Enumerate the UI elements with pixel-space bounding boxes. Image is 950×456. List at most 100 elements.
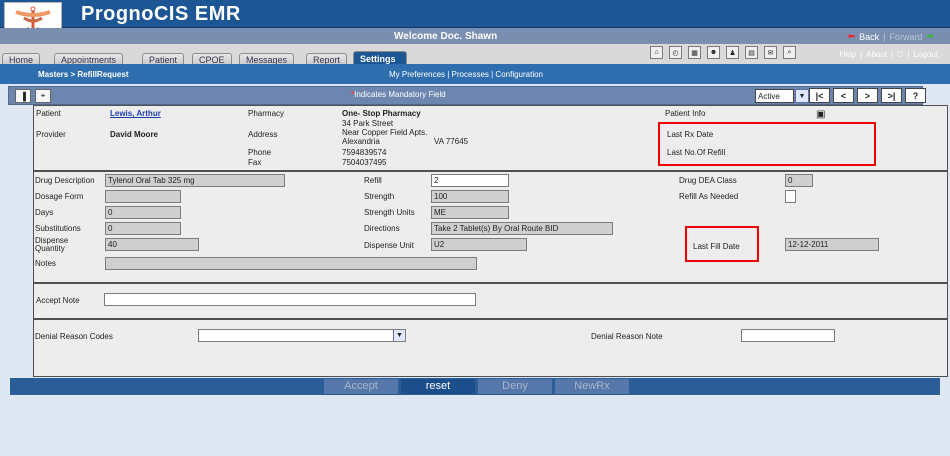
- mandatory-text: Indicates Mandatory Field: [354, 90, 446, 99]
- back-arrow-icon[interactable]: ⬅: [848, 31, 856, 42]
- refill-label: Refill: [364, 176, 382, 185]
- denial-reason-note-field[interactable]: [741, 329, 835, 342]
- history-nav: ⬅ Back | Forward ➡: [847, 31, 934, 42]
- substitutions-label: Substitutions: [35, 224, 81, 233]
- strength-field[interactable]: 100: [431, 190, 509, 203]
- directions-field[interactable]: Take 2 Tablet(s) By Oral Route BID: [431, 222, 613, 235]
- first-record-button[interactable]: |<: [809, 88, 830, 103]
- patient-info-icon[interactable]: ▣: [816, 109, 825, 120]
- denial-panel: Denial Reason Codes ▼ Denial Reason Note: [33, 319, 948, 377]
- find-button[interactable]: ⌖: [35, 89, 51, 103]
- next-record-button[interactable]: >: [857, 88, 878, 103]
- chevron-down-icon[interactable]: ▼: [393, 330, 405, 341]
- settings-submenu[interactable]: My Preferences | Processes | Configurati…: [389, 70, 543, 79]
- last-refill-label: Last No.Of Refill: [667, 148, 726, 157]
- strength-units-label: Strength Units: [364, 208, 415, 217]
- last-rx-highlight: [658, 122, 876, 166]
- dispense-unit-field[interactable]: U2: [431, 238, 527, 251]
- phone-label: Phone: [248, 148, 272, 157]
- last-record-button[interactable]: >|: [881, 88, 902, 103]
- days-label: Days: [35, 208, 54, 217]
- logout-icon[interactable]: ⎋: [897, 50, 903, 60]
- address-line-1: 34 Park Street: [342, 119, 394, 128]
- mail-icon[interactable]: ✉: [764, 46, 777, 59]
- new-record-button[interactable]: ▐: [15, 89, 31, 103]
- directions-label: Directions: [364, 224, 400, 233]
- chevron-down-icon[interactable]: ▼: [795, 89, 809, 103]
- logout-link[interactable]: Logout: [914, 50, 938, 60]
- denial-reason-note-label: Denial Reason Note: [591, 332, 663, 341]
- toolbar-icons: ⌂ ◴ ▦ ☻ ♟ ▤ ✉ ⌕: [650, 46, 796, 59]
- back-link[interactable]: Back: [859, 32, 879, 42]
- quantity-label: Quantity: [35, 244, 65, 253]
- drug-description-field[interactable]: Tylenol Oral Tab 325 mg: [105, 174, 285, 187]
- refill-as-needed-checkbox[interactable]: [785, 190, 796, 203]
- fax-value: 7504037495: [342, 158, 387, 167]
- patient-panel: Patient Lewis, Arthur Provider David Moo…: [33, 105, 948, 171]
- home-icon[interactable]: ⌂: [650, 46, 663, 59]
- last-fill-date-field[interactable]: 12-12-2011: [785, 238, 879, 251]
- dispense-quantity-field[interactable]: 40: [105, 238, 199, 251]
- mandatory-note: *Indicates Mandatory Field: [351, 90, 446, 99]
- users-icon[interactable]: ☻: [707, 46, 720, 59]
- drug-dea-class-label: Drug DEA Class: [679, 176, 737, 185]
- drug-panel: Drug Description Tylenol Oral Tab 325 mg…: [33, 171, 948, 283]
- notes-field[interactable]: [105, 257, 477, 270]
- days-field[interactable]: 0: [105, 206, 181, 219]
- notes-label: Notes: [35, 259, 56, 268]
- newrx-button[interactable]: NewRx: [555, 379, 629, 394]
- status-value: Active: [758, 91, 780, 101]
- provider-label: Provider: [36, 130, 66, 139]
- help-button[interactable]: ?: [905, 88, 926, 103]
- accept-button[interactable]: Accept: [324, 379, 398, 394]
- pharmacy-label: Pharmacy: [248, 109, 285, 118]
- dosage-form-label: Dosage Form: [35, 192, 84, 201]
- about-link[interactable]: About: [866, 50, 887, 60]
- status-select[interactable]: Active ▼: [755, 89, 809, 103]
- drug-dea-class-field[interactable]: 0: [785, 174, 813, 187]
- calendar-icon[interactable]: ▤: [745, 46, 758, 59]
- person-icon[interactable]: ♟: [726, 46, 739, 59]
- accept-note-field[interactable]: [104, 293, 476, 306]
- search-icon[interactable]: ⌕: [783, 46, 796, 59]
- refill-field[interactable]: 2: [431, 174, 509, 187]
- welcome-bar: Welcome Doc. Shawn ⬅ Back | Forward ➡: [0, 28, 950, 44]
- address-state-zip: VA 77645: [434, 137, 469, 146]
- drug-description-label: Drug Description: [35, 176, 95, 185]
- help-link[interactable]: Help: [840, 50, 856, 60]
- provider-value: David Moore: [110, 130, 159, 139]
- top-links: Help | About | ⎋ | Logout: [839, 50, 938, 60]
- strength-label: Strength: [364, 192, 395, 201]
- denial-reason-codes-select[interactable]: ▼: [198, 329, 406, 342]
- address-line-2: Near Copper Field Apts.: [342, 128, 428, 137]
- app-title: PrognoCIS EMR: [81, 3, 241, 25]
- strength-units-field[interactable]: ME: [431, 206, 509, 219]
- last-rx-label: Last Rx Date: [667, 130, 714, 139]
- substitutions-field[interactable]: 0: [105, 222, 181, 235]
- patient-info-label: Patient Info: [665, 109, 706, 118]
- dispense-unit-label: Dispense Unit: [364, 241, 414, 250]
- subheader: Masters > RefillRequest My Preferences |…: [0, 64, 950, 84]
- forward-link[interactable]: Forward: [889, 32, 922, 42]
- pharmacy-value: One- Stop Pharmacy: [342, 109, 421, 118]
- binoculars-icon: ⌖: [40, 91, 46, 100]
- fax-label: Fax: [248, 158, 262, 167]
- forward-arrow-icon[interactable]: ➡: [926, 31, 934, 42]
- main-tabs: Home Appointments Patient CPOE Messages …: [0, 44, 950, 67]
- action-bar: Accept reset Deny NewRx: [10, 378, 940, 395]
- patient-link[interactable]: Lewis, Arthur: [110, 109, 161, 118]
- record-toolbar: ▐ ⌖ *Indicates Mandatory Field Active ▼ …: [8, 86, 926, 105]
- dosage-form-field[interactable]: [105, 190, 181, 203]
- clock-icon[interactable]: ◴: [669, 46, 682, 59]
- refill-as-needed-label: Refill As Needed: [679, 192, 739, 201]
- address-line-3: Alexandria: [342, 137, 380, 146]
- prev-record-button[interactable]: <: [833, 88, 854, 103]
- denial-reason-codes-label: Denial Reason Codes: [35, 332, 113, 341]
- building-icon[interactable]: ▦: [688, 46, 701, 59]
- app-header: PrognoCIS EMR: [0, 0, 950, 42]
- deny-button[interactable]: Deny: [478, 379, 552, 394]
- welcome-text: Welcome Doc. Shawn: [394, 31, 498, 42]
- phone-value: 7594839574: [342, 148, 387, 157]
- accept-panel: Accept Note: [33, 283, 948, 319]
- reset-button[interactable]: reset: [401, 379, 475, 394]
